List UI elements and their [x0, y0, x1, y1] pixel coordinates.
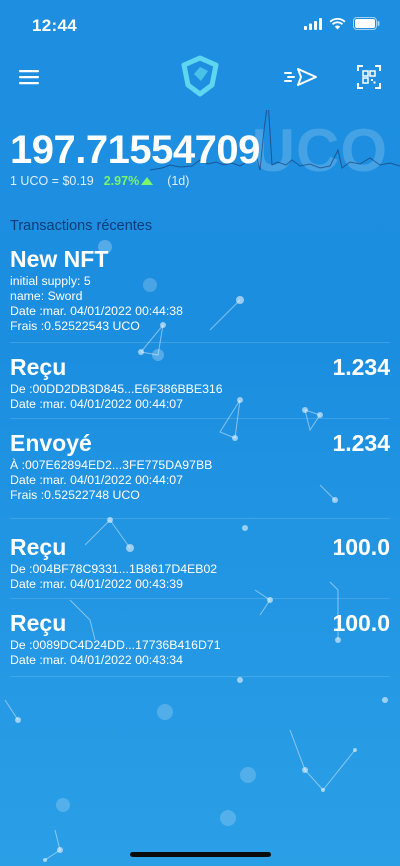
wifi-icon — [329, 17, 346, 29]
transaction-amount: 100.0 — [332, 534, 390, 560]
price-line: 1 UCO = $0.19 2.97% (1d) — [10, 174, 189, 188]
divider — [10, 598, 390, 599]
divider — [10, 418, 390, 419]
transaction-fee: Frais :0.52522748 UCO — [10, 488, 140, 502]
send-button[interactable] — [283, 62, 319, 92]
transaction-item[interactable]: New NFT initial supply: 5 name: Sword Da… — [10, 246, 390, 334]
transaction-detail: name: Sword — [10, 289, 83, 303]
price-change: 2.97% — [103, 174, 140, 188]
transaction-amount: 100.0 — [332, 610, 390, 636]
hamburger-menu-icon — [19, 70, 39, 85]
transaction-address: De :0089DC4D24DD...17736B416D71 — [10, 638, 221, 652]
signal-icon — [304, 17, 322, 30]
balance-area: UCO 197.71554709 1 UCO = $0.19 2.97% (1d… — [0, 110, 400, 200]
transaction-item[interactable]: Envoyé 1.234 À :007E62894ED2...3FE775DA9… — [10, 430, 390, 503]
transaction-item[interactable]: Reçu 1.234 De :00DD2DB3D845...E6F386BBE3… — [10, 354, 390, 412]
divider — [10, 518, 390, 519]
top-nav — [0, 52, 400, 102]
transaction-date: Date :mar. 04/01/2022 00:43:39 — [10, 577, 183, 591]
balance-amount: 197.71554709 — [10, 128, 260, 172]
transaction-amount: 1.234 — [332, 430, 390, 456]
transaction-type: Envoyé — [10, 430, 92, 456]
transaction-fee: Frais :0.52522543 UCO — [10, 319, 140, 333]
battery-icon — [353, 17, 380, 30]
qr-code-icon — [357, 65, 381, 89]
price-period: (1d) — [167, 174, 190, 188]
trend-up-icon — [141, 177, 154, 185]
transaction-type: New NFT — [10, 246, 109, 272]
status-icons — [304, 17, 380, 30]
transaction-amount: 1.234 — [332, 354, 390, 380]
transaction-type: Reçu — [10, 354, 67, 380]
transaction-type: Reçu — [10, 610, 67, 636]
recent-transactions-title: Transactions récentes — [10, 218, 153, 234]
transaction-address: De :00DD2DB3D845...E6F386BBE316 — [10, 382, 223, 396]
divider — [10, 676, 390, 677]
transaction-date: Date :mar. 04/01/2022 00:44:07 — [10, 473, 183, 487]
transaction-type: Reçu — [10, 534, 67, 560]
home-indicator — [130, 852, 271, 857]
transaction-item[interactable]: Reçu 100.0 De :004BF78C9331...1B8617D4EB… — [10, 534, 390, 592]
transaction-date: Date :mar. 04/01/2022 00:44:38 — [10, 304, 183, 318]
transaction-item[interactable]: Reçu 100.0 De :0089DC4D24DD...17736B416D… — [10, 610, 390, 668]
transaction-address: À :007E62894ED2...3FE775DA97BB — [10, 458, 213, 472]
menu-button[interactable] — [14, 62, 44, 92]
transaction-detail: initial supply: 5 — [10, 274, 91, 288]
transaction-address: De :004BF78C9331...1B8617D4EB02 — [10, 562, 218, 576]
transaction-date: Date :mar. 04/01/2022 00:43:34 — [10, 653, 183, 667]
qr-scan-button[interactable] — [354, 62, 384, 92]
archethic-logo-icon — [181, 55, 219, 97]
send-icon — [284, 68, 317, 86]
status-time: 12:44 — [32, 16, 77, 35]
status-bar: 12:44 — [0, 0, 400, 50]
transaction-date: Date :mar. 04/01/2022 00:44:07 — [10, 397, 183, 411]
divider — [10, 342, 390, 343]
app-logo — [178, 54, 222, 98]
price-label: 1 UCO = $0.19 — [10, 174, 94, 188]
